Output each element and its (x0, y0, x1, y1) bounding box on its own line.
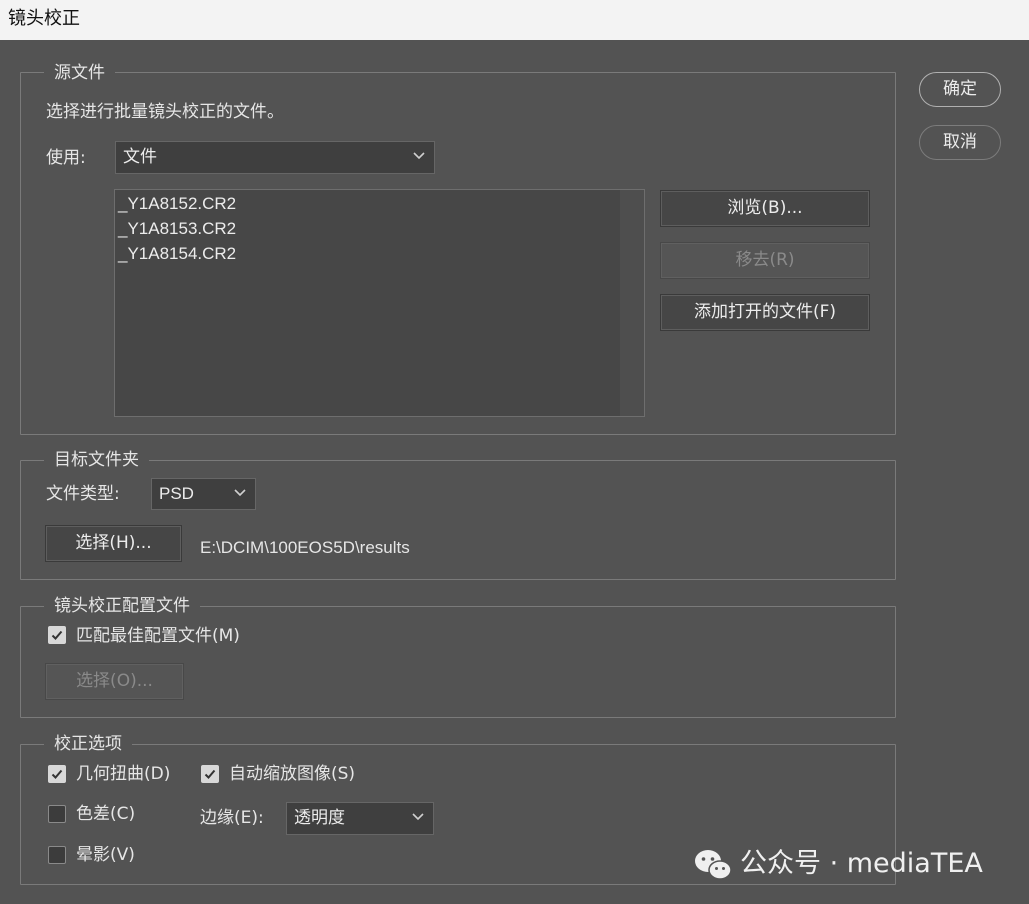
choose-destination-button[interactable]: 选择(H)... (45, 525, 182, 562)
chevron-down-icon (234, 489, 246, 497)
window-title: 镜头校正 (8, 8, 80, 29)
choose-destination-label: 选择(H)... (75, 533, 152, 553)
auto-scale-checkbox[interactable] (201, 765, 219, 783)
ok-button[interactable]: 确定 (919, 72, 1001, 107)
lens-profile-legend: 镜头校正配置文件 (44, 595, 200, 617)
choose-profile-label: 选择(O)... (76, 671, 153, 691)
source-description: 选择进行批量镜头校正的文件。 (46, 102, 284, 122)
file-type-label: 文件类型: (46, 484, 120, 504)
file-type-value: PSD (159, 484, 194, 503)
destination-folder-legend: 目标文件夹 (44, 449, 149, 471)
match-profile-checkbox[interactable] (48, 626, 66, 644)
correction-options-legend: 校正选项 (44, 733, 132, 755)
match-profile-label: 匹配最佳配置文件(M) (76, 626, 240, 646)
edge-select-value: 透明度 (294, 808, 345, 828)
source-files-legend: 源文件 (44, 62, 115, 84)
destination-path: E:\DCIM\100EOS5D\results (200, 538, 410, 557)
file-list-item[interactable]: _Y1A8154.CR2 (115, 241, 644, 266)
lens-profile-group (20, 606, 896, 718)
chromatic-aberration-label: 色差(C) (76, 804, 136, 824)
use-select-value: 文件 (123, 147, 157, 167)
remove-button-label: 移去(R) (735, 250, 795, 270)
browse-button-label: 浏览(B)... (727, 198, 803, 218)
choose-profile-button[interactable]: 选择(O)... (45, 663, 184, 700)
browse-button[interactable]: 浏览(B)... (660, 190, 870, 227)
file-list-scrollbar[interactable] (620, 190, 644, 416)
use-label: 使用: (46, 148, 86, 168)
file-list-item[interactable]: _Y1A8152.CR2 (115, 191, 644, 216)
checkmark-icon (204, 769, 216, 779)
file-list-item[interactable]: _Y1A8153.CR2 (115, 216, 644, 241)
chromatic-aberration-checkbox[interactable] (48, 805, 66, 823)
vignette-checkbox[interactable] (48, 846, 66, 864)
auto-scale-label: 自动缩放图像(S) (229, 764, 356, 784)
cancel-button-label: 取消 (943, 132, 977, 152)
cancel-button[interactable]: 取消 (919, 125, 1001, 160)
add-open-files-button[interactable]: 添加打开的文件(F) (660, 294, 870, 331)
file-type-select[interactable]: PSD (151, 478, 256, 510)
edge-select[interactable]: 透明度 (286, 802, 434, 835)
checkmark-icon (51, 630, 63, 640)
edge-label: 边缘(E): (200, 808, 264, 828)
file-list[interactable]: _Y1A8152.CR2 _Y1A8153.CR2 _Y1A8154.CR2 (114, 189, 645, 417)
ok-button-label: 确定 (943, 79, 977, 99)
window-title-bar: 镜头校正 (0, 0, 1029, 40)
wechat-icon (695, 850, 732, 880)
add-open-files-button-label: 添加打开的文件(F) (693, 302, 837, 322)
remove-button[interactable]: 移去(R) (660, 242, 870, 279)
use-select[interactable]: 文件 (115, 141, 435, 174)
geometric-distortion-checkbox[interactable] (48, 765, 66, 783)
chevron-down-icon (413, 152, 425, 160)
geometric-distortion-label: 几何扭曲(D) (76, 764, 171, 784)
chevron-down-icon (412, 813, 424, 821)
vignette-label: 晕影(V) (76, 845, 135, 865)
checkmark-icon (51, 769, 63, 779)
watermark-text: 公众号 · mediaTEA (740, 848, 983, 879)
